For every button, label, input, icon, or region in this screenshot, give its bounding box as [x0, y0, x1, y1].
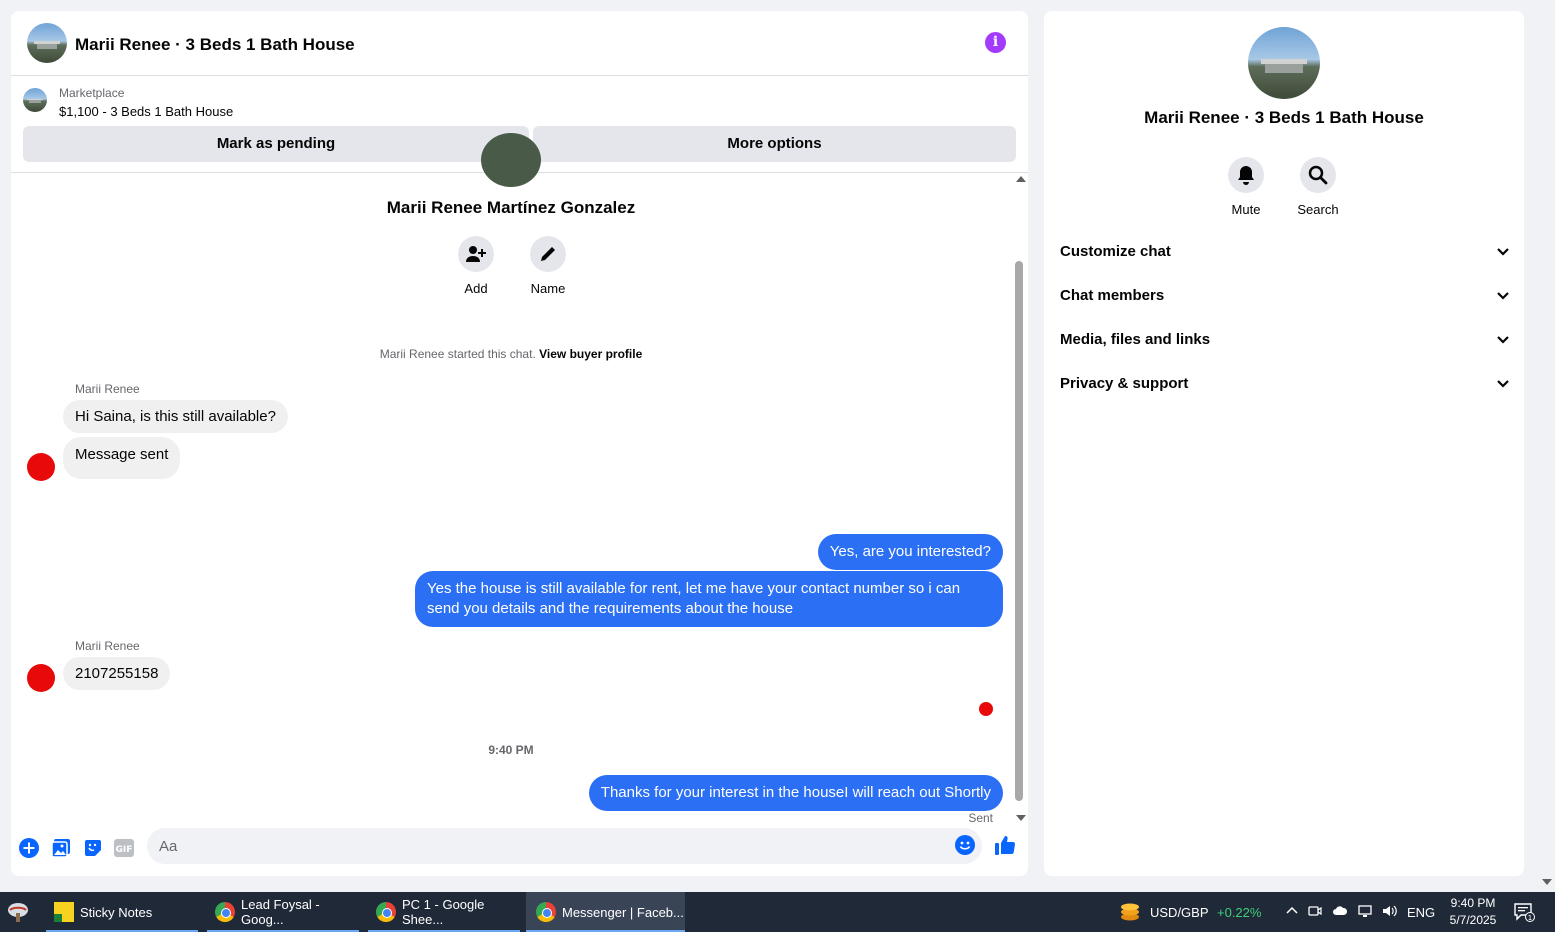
started-text: Marii Renee started this chat. — [379, 347, 536, 361]
message-composer: GIF — [11, 823, 1028, 876]
sender-name: Marii Renee — [75, 382, 140, 396]
mute-action: Mute — [1216, 157, 1276, 217]
section-customize-chat[interactable]: Customize chat — [1060, 233, 1510, 273]
svg-text:GIF: GIF — [116, 845, 133, 855]
profile-name: Marii Renee Martínez Gonzalez — [386, 198, 636, 217]
chevron-down-icon — [1496, 333, 1510, 352]
listing-source: Marketplace — [59, 86, 125, 100]
outgoing-message[interactable]: Thanks for your interest in the houseI w… — [588, 775, 1003, 811]
sticky-notes-icon — [54, 902, 74, 922]
chat-panel: Marii Renee · 3 Beds 1 Bath House i Mark… — [11, 11, 1028, 876]
mute-label: Mute — [1231, 202, 1261, 217]
sticker-icon[interactable] — [82, 837, 104, 859]
meet-icon[interactable] — [1308, 904, 1322, 921]
listing-price-title[interactable]: $1,100 - 3 Beds 1 Bath House — [59, 104, 233, 119]
clock-time: 9:40 PM — [1450, 896, 1496, 910]
photo-icon[interactable] — [50, 837, 72, 859]
volume-icon[interactable] — [1382, 904, 1398, 921]
chevron-down-icon — [1496, 377, 1510, 396]
chat-header: Marii Renee · 3 Beds 1 Bath House i — [11, 11, 1028, 76]
windows-taskbar: Sticky Notes Lead Foysal - Goog... PC 1 … — [0, 892, 1555, 932]
listing-thumbnail[interactable] — [23, 88, 47, 112]
section-privacy-support[interactable]: Privacy & support — [1060, 365, 1510, 405]
incoming-message[interactable]: Hi Saina, is this still available? — [63, 400, 288, 433]
section-label: Customize chat — [1060, 243, 1171, 260]
message-list: Marii Renee Martínez Gonzalez Add Name M… — [11, 133, 1028, 825]
message-timestamp: 9:40 PM — [488, 743, 534, 757]
profile-avatar — [481, 133, 541, 187]
section-label: Media, files and links — [1060, 331, 1211, 348]
view-buyer-profile-link[interactable]: View buyer profile — [539, 347, 642, 361]
sender-name: Marii Renee — [75, 639, 140, 653]
chevron-down-icon — [1496, 245, 1510, 264]
notification-icon[interactable]: 1 — [1513, 902, 1535, 922]
taskbar-item-sticky-notes[interactable]: Sticky Notes — [46, 892, 198, 932]
network-icon[interactable] — [1358, 904, 1372, 921]
currency-icon[interactable] — [1118, 902, 1142, 922]
page-scroll-down-arrow[interactable] — [1542, 879, 1552, 885]
section-chat-members[interactable]: Chat members — [1060, 277, 1510, 317]
chat-started-notice: Marii Renee started this chat. View buye… — [11, 347, 1011, 361]
incoming-message[interactable]: 2107255158 — [63, 657, 171, 690]
clock-date: 5/7/2025 — [1449, 913, 1497, 927]
chevron-down-icon — [1496, 289, 1510, 308]
scroll-up-arrow[interactable] — [1016, 176, 1026, 182]
fx-pair[interactable]: USD/GBP — [1150, 892, 1209, 932]
seen-avatar — [979, 702, 993, 716]
chrome-icon — [376, 902, 396, 922]
fx-change: +0.22% — [1217, 904, 1262, 920]
taskbar-item-pc1-sheets[interactable]: PC 1 - Google Shee... — [368, 892, 520, 932]
outgoing-message[interactable]: Yes, are you interested? — [817, 534, 1003, 570]
more-options-button[interactable]: More options — [533, 126, 1016, 162]
incoming-message[interactable]: Message sent — [63, 437, 181, 479]
sender-avatar[interactable] — [27, 664, 55, 692]
taskbar-item-messenger[interactable]: Messenger | Faceb... — [526, 892, 685, 932]
chrome-icon — [536, 902, 556, 922]
input-language[interactable]: ENG — [1407, 892, 1435, 932]
emoji-icon[interactable] — [954, 834, 976, 856]
taskbar-item-label: PC 1 - Google Shee... — [402, 897, 485, 927]
gif-icon[interactable]: GIF — [113, 837, 135, 859]
chrome-icon — [215, 902, 235, 922]
messages-scrollbar[interactable] — [1014, 173, 1028, 823]
pencil-icon[interactable] — [530, 236, 566, 272]
scroll-down-arrow[interactable] — [1016, 815, 1026, 821]
add-action: Add — [446, 236, 506, 296]
scroll-thumb[interactable] — [1015, 261, 1023, 801]
thumbs-up-icon[interactable] — [994, 834, 1016, 856]
info-avatar[interactable] — [1248, 27, 1320, 99]
house-avatar[interactable] — [27, 23, 67, 63]
message-input[interactable] — [147, 828, 982, 864]
search-icon[interactable] — [1300, 157, 1336, 193]
notification-count: 1 — [1528, 914, 1532, 922]
taskbar-clock[interactable]: 9:40 PM 5/7/2025 — [1438, 895, 1508, 929]
section-media-files-links[interactable]: Media, files and links — [1060, 321, 1510, 361]
chat-title[interactable]: Marii Renee · 3 Beds 1 Bath House — [75, 35, 355, 55]
conversation-info-panel: Marii Renee · 3 Beds 1 Bath House Mute S… — [1044, 11, 1524, 876]
add-person-icon[interactable] — [458, 236, 494, 272]
search-label: Search — [1297, 202, 1339, 217]
sender-avatar[interactable] — [27, 453, 55, 481]
taskbar-item-label: Lead Foysal - Goog... — [241, 897, 320, 927]
bell-icon[interactable] — [1228, 157, 1264, 193]
info-title: Marii Renee · 3 Beds 1 Bath House — [1144, 108, 1424, 127]
section-label: Chat members — [1060, 287, 1165, 304]
system-tray — [1286, 892, 1398, 932]
name-action: Name — [518, 236, 578, 296]
plus-icon[interactable] — [18, 837, 40, 859]
taskbar-item-label: Messenger | Faceb... — [562, 904, 684, 920]
onedrive-icon[interactable] — [1332, 905, 1348, 920]
taskbar-item-label: Sticky Notes — [80, 904, 153, 920]
section-label: Privacy & support — [1060, 375, 1189, 392]
search-action: Search — [1288, 157, 1348, 217]
chevron-up-icon[interactable] — [1286, 905, 1298, 920]
outgoing-message[interactable]: Yes the house is still available for ren… — [415, 571, 1003, 627]
start-icon[interactable] — [6, 901, 30, 923]
name-label: Name — [530, 281, 566, 296]
mark-as-pending-button[interactable]: Mark as pending — [23, 126, 529, 162]
add-label: Add — [464, 281, 488, 296]
info-icon[interactable]: i — [985, 32, 1006, 53]
taskbar-item-lead-foysal[interactable]: Lead Foysal - Goog... — [207, 892, 359, 932]
